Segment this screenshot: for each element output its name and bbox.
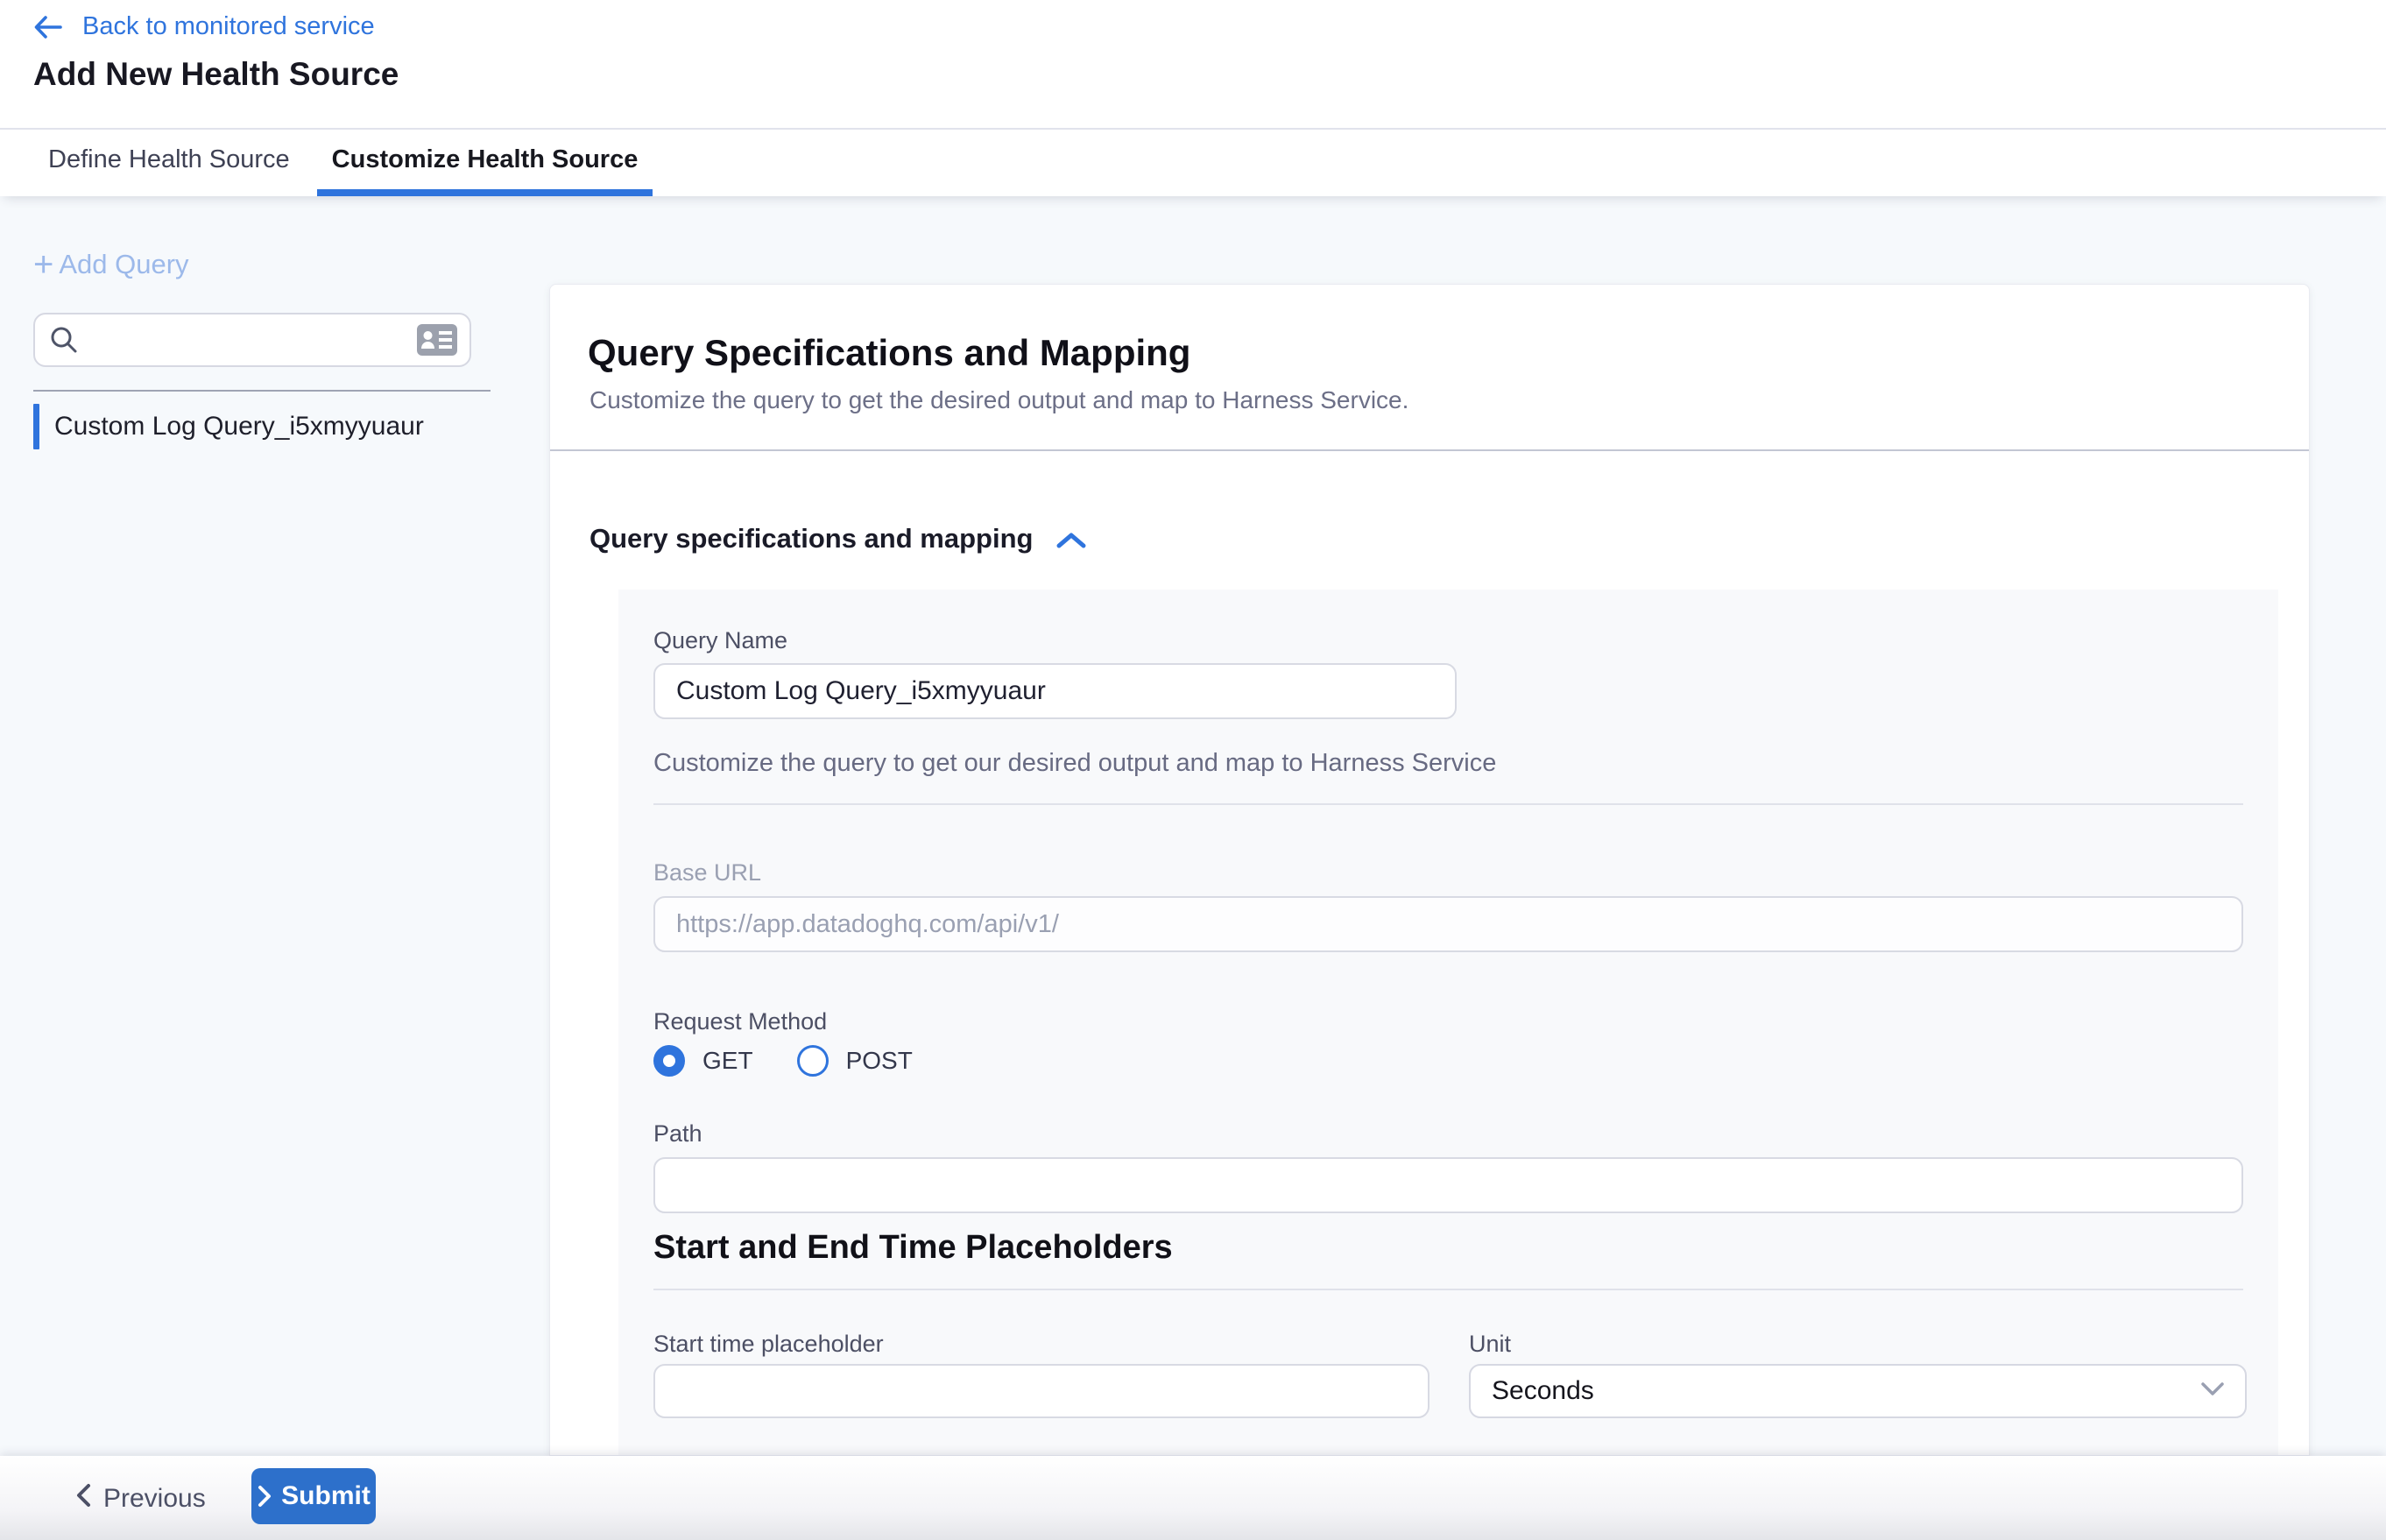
time-placeholders-heading: Start and End Time Placeholders bbox=[653, 1229, 1173, 1267]
plus-icon: + bbox=[33, 247, 53, 282]
add-query-button[interactable]: + Add Query bbox=[33, 247, 189, 282]
search-icon bbox=[49, 325, 79, 355]
query-name-helper: Customize the query to get our desired o… bbox=[653, 749, 1496, 778]
query-sidebar: + Add Query Custom Log Query_i5xmyyuaur bbox=[0, 196, 549, 1456]
radio-option-get[interactable]: GET bbox=[653, 1045, 753, 1077]
query-search-box bbox=[33, 313, 471, 367]
card-header-divider bbox=[550, 449, 2309, 451]
form-divider bbox=[653, 803, 2243, 805]
chevron-down-icon bbox=[2199, 1381, 2226, 1402]
radio-option-post[interactable]: POST bbox=[797, 1045, 913, 1077]
radio-circle-icon bbox=[653, 1045, 685, 1077]
request-method-label: Request Method bbox=[653, 1008, 827, 1035]
chevron-up-icon[interactable] bbox=[1055, 526, 1087, 551]
back-arrow-icon bbox=[33, 13, 63, 41]
card-title: Query Specifications and Mapping bbox=[588, 332, 1190, 374]
selected-indicator-bar bbox=[33, 404, 39, 449]
page-header: Back to monitored service Add New Health… bbox=[0, 0, 2386, 130]
back-link[interactable]: Back to monitored service bbox=[33, 12, 375, 41]
start-time-input[interactable] bbox=[653, 1364, 1429, 1418]
sidebar-divider bbox=[33, 390, 491, 392]
path-label: Path bbox=[653, 1120, 702, 1148]
query-item-label: Custom Log Query_i5xmyyuaur bbox=[54, 412, 424, 442]
back-link-label: Back to monitored service bbox=[82, 12, 375, 41]
add-query-label: Add Query bbox=[59, 249, 188, 280]
chevron-right-icon bbox=[257, 1485, 272, 1508]
unit-label: Unit bbox=[1469, 1331, 1511, 1358]
path-input[interactable] bbox=[653, 1157, 2243, 1213]
previous-button[interactable]: Previous bbox=[74, 1477, 206, 1521]
radio-circle-icon bbox=[797, 1045, 829, 1077]
card-subtitle: Customize the query to get the desired o… bbox=[589, 386, 1408, 414]
query-list-item[interactable]: Custom Log Query_i5xmyyuaur bbox=[33, 404, 506, 449]
id-card-icon[interactable] bbox=[417, 324, 457, 356]
radio-post-label: POST bbox=[846, 1047, 913, 1075]
health-source-tabs: Define Health Source Customize Health So… bbox=[0, 130, 2386, 196]
tab-define-health-source[interactable]: Define Health Source bbox=[33, 130, 305, 196]
request-method-radio-group: GET POST bbox=[653, 1045, 913, 1077]
section-title: Query specifications and mapping bbox=[589, 523, 1033, 555]
base-url-input[interactable] bbox=[653, 896, 2243, 952]
tab-customize-health-source[interactable]: Customize Health Source bbox=[317, 130, 653, 196]
chevron-left-icon bbox=[74, 1482, 93, 1515]
query-spec-card: Query Specifications and Mapping Customi… bbox=[549, 284, 2310, 1456]
wizard-footer: Previous Submit bbox=[0, 1456, 2386, 1540]
search-input[interactable] bbox=[91, 326, 417, 354]
start-time-label: Start time placeholder bbox=[653, 1331, 884, 1358]
form-divider bbox=[653, 1289, 2243, 1290]
query-name-label: Query Name bbox=[653, 627, 787, 654]
unit-select[interactable]: Seconds bbox=[1469, 1364, 2247, 1418]
radio-get-label: GET bbox=[702, 1047, 753, 1075]
base-url-label: Base URL bbox=[653, 859, 761, 887]
previous-button-label: Previous bbox=[103, 1484, 206, 1514]
page-title: Add New Health Source bbox=[33, 56, 399, 93]
submit-button[interactable]: Submit bbox=[251, 1468, 376, 1524]
add-health-source-page: Back to monitored service Add New Health… bbox=[0, 0, 2386, 1540]
unit-select-value: Seconds bbox=[1492, 1376, 1594, 1406]
query-name-input[interactable] bbox=[653, 663, 1457, 719]
submit-button-label: Submit bbox=[281, 1481, 371, 1511]
section-header: Query specifications and mapping bbox=[589, 523, 1087, 555]
query-spec-panel: Query Name Customize the query to get ou… bbox=[618, 590, 2278, 1456]
